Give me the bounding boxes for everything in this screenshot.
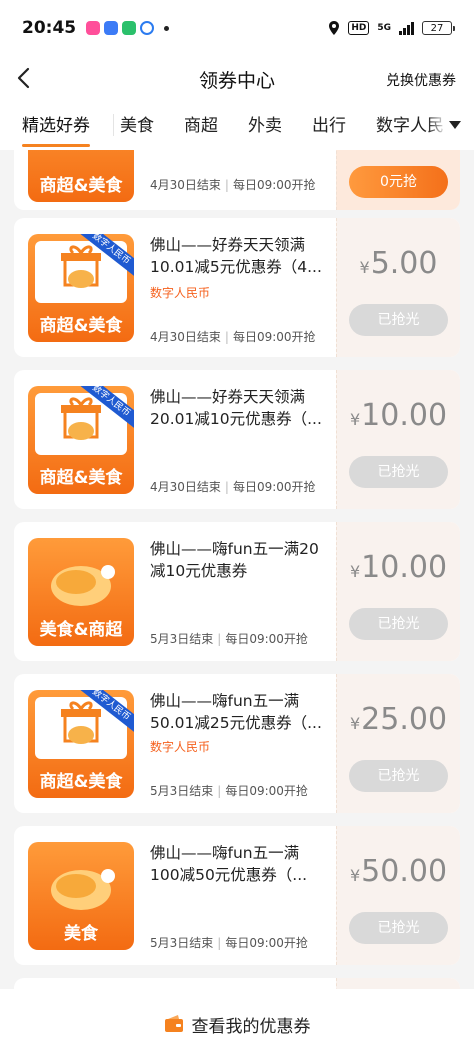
daily-start: 每日09:00开抢 (232, 480, 316, 494)
battery-icon: 27 (422, 21, 455, 35)
coupon-title: 佛山——嗨fun五一满50.01减25元优惠券（... (150, 692, 322, 732)
tab-expand-area[interactable] (428, 100, 474, 150)
end-date: 5月3日结束 (150, 784, 214, 798)
daily-start: 每日09:00开抢 (232, 330, 316, 344)
thumbnail-label: 商超&美食 (39, 316, 123, 336)
coupon-card[interactable] (14, 978, 460, 989)
coupon-card[interactable]: 商超&美食 4月30日结束 | 每日09:00开抢 0元抢 (14, 150, 460, 210)
coupon-thumbnail: 数字人民币 商超&美食 (28, 690, 134, 798)
coupon-tag: 数字人民币 (150, 740, 211, 754)
coupon-thumbnail: 数字人民币 商超&美食 (28, 234, 134, 342)
end-date: 4月30日结束 (150, 480, 221, 494)
location-icon (329, 21, 340, 35)
end-date: 4月30日结束 (150, 178, 221, 192)
tab-travel[interactable]: 出行 (312, 100, 346, 150)
coupon-card[interactable]: 美食&商超 佛山——嗨fun五一满20减10元优惠券 5月3日结束 | 每日09:0… (14, 522, 460, 661)
coupon-meta: 5月3日结束 | 每日09:00开抢 (150, 632, 308, 646)
app-notification-icon (140, 21, 155, 35)
coupon-title: 佛山——好券天天领满10.01减5元优惠券（4... (150, 236, 322, 276)
coupon-card[interactable]: 数字人民币 商超&美食 佛山——嗨fun五一满50.01减25元优惠券（... … (14, 674, 460, 813)
roast-chicken-icon (51, 869, 115, 910)
grab-button[interactable]: 0元抢 (349, 166, 448, 198)
coupon-card[interactable]: 数字人民币 商超&美食 佛山——好券天天领满20.01减10元优惠券（... 4… (14, 370, 460, 509)
tab-food[interactable]: 美食 (120, 100, 154, 150)
thumbnail-label: 美食&商超 (39, 620, 123, 640)
sold-out-button[interactable]: 已抢光 (349, 456, 448, 488)
coupon-meta: 4月30日结束 | 每日09:00开抢 (150, 178, 316, 192)
coupon-title: 佛山——嗨fun五一满100减50元优惠券（... (150, 844, 308, 884)
daily-start: 每日09:00开抢 (232, 178, 316, 192)
app-notification-icon (104, 21, 119, 35)
coupon-title: 佛山——好券天天领满20.01减10元优惠券（... (150, 388, 322, 428)
coupon-meta: 5月3日结束 | 每日09:00开抢 (150, 784, 308, 798)
thumbnail-label: 商超&美食 (39, 772, 123, 792)
hd-icon: HD (348, 21, 370, 35)
coupon-title: 佛山——嗨fun五一满20减10元优惠券 (150, 540, 319, 580)
status-app-icons (86, 21, 170, 35)
app-notification-icon (86, 21, 101, 35)
status-bar: 20:45 HD 5G 27 (0, 0, 474, 56)
coupon-thumbnail: 美食&商超 (28, 538, 134, 646)
coupon-price: ¥25.00 (349, 702, 448, 737)
signal-icon (399, 21, 414, 35)
coupon-card[interactable]: 美食 佛山——嗨fun五一满100减50元优惠券（... 5月3日结束 | 每日09… (14, 826, 460, 965)
thumbnail-label: 商超&美食 (39, 176, 123, 196)
coupon-price: ¥50.00 (349, 854, 448, 889)
coupon-card[interactable]: 数字人民币 商超&美食 佛山——好券天天领满10.01减5元优惠券（4... 数… (14, 218, 460, 357)
tab-divider (113, 114, 114, 136)
end-date: 5月3日结束 (150, 632, 214, 646)
my-coupons-button[interactable]: 查看我的优惠券 (164, 1012, 311, 1037)
category-tabs: 精选好券 美食 商超 外卖 出行 数字人民 (0, 100, 474, 150)
tab-takeout[interactable]: 外卖 (248, 100, 282, 150)
coupon-list: 商超&美食 4月30日结束 | 每日09:00开抢 0元抢 数字人民币 商超&美食 … (0, 150, 474, 989)
coupon-tag: 数字人民币 (150, 286, 211, 300)
exchange-coupon-link[interactable]: 兑换优惠券 (386, 70, 456, 90)
status-time: 20:45 (22, 18, 77, 38)
end-date: 5月3日结束 (150, 936, 214, 950)
coupon-thumbnail: 美食 (28, 842, 134, 950)
bottom-bar: 查看我的优惠券 (0, 989, 474, 1059)
tab-supermarket[interactable]: 商超 (184, 100, 218, 150)
coupon-price: ¥5.00 (359, 246, 438, 281)
header: 领券中心 兑换优惠券 (0, 56, 474, 100)
thumbnail-label: 美食 (64, 924, 98, 944)
more-notifications-dot (164, 25, 170, 31)
network-type: 5G (377, 23, 391, 33)
app-notification-icon (122, 21, 137, 35)
battery-level: 27 (430, 22, 444, 34)
tab-featured[interactable]: 精选好券 (22, 100, 90, 150)
end-date: 4月30日结束 (150, 330, 221, 344)
coupon-price: ¥10.00 (349, 398, 448, 433)
sold-out-button[interactable]: 已抢光 (349, 760, 448, 792)
coupon-thumbnail: 数字人民币 商超&美食 (28, 386, 134, 494)
coupon-price: ¥10.00 (349, 550, 448, 585)
coupon-meta: 4月30日结束 | 每日09:00开抢 (150, 480, 316, 494)
daily-start: 每日09:00开抢 (225, 784, 308, 798)
sold-out-button[interactable]: 已抢光 (349, 304, 448, 336)
coupon-thumbnail: 商超&美食 (28, 150, 134, 202)
thumbnail-label: 商超&美食 (39, 468, 123, 488)
coupon-wallet-icon (164, 1015, 183, 1032)
coupon-meta: 5月3日结束 | 每日09:00开抢 (150, 936, 308, 950)
daily-start: 每日09:00开抢 (225, 632, 308, 646)
triangle-down-icon[interactable] (448, 120, 462, 130)
daily-start: 每日09:00开抢 (225, 936, 308, 950)
sold-out-button[interactable]: 已抢光 (349, 608, 448, 640)
coupon-meta: 4月30日结束 | 每日09:00开抢 (150, 330, 316, 344)
my-coupons-label: 查看我的优惠券 (191, 1016, 311, 1037)
sold-out-button[interactable]: 已抢光 (349, 912, 448, 944)
roast-chicken-icon (51, 565, 115, 606)
